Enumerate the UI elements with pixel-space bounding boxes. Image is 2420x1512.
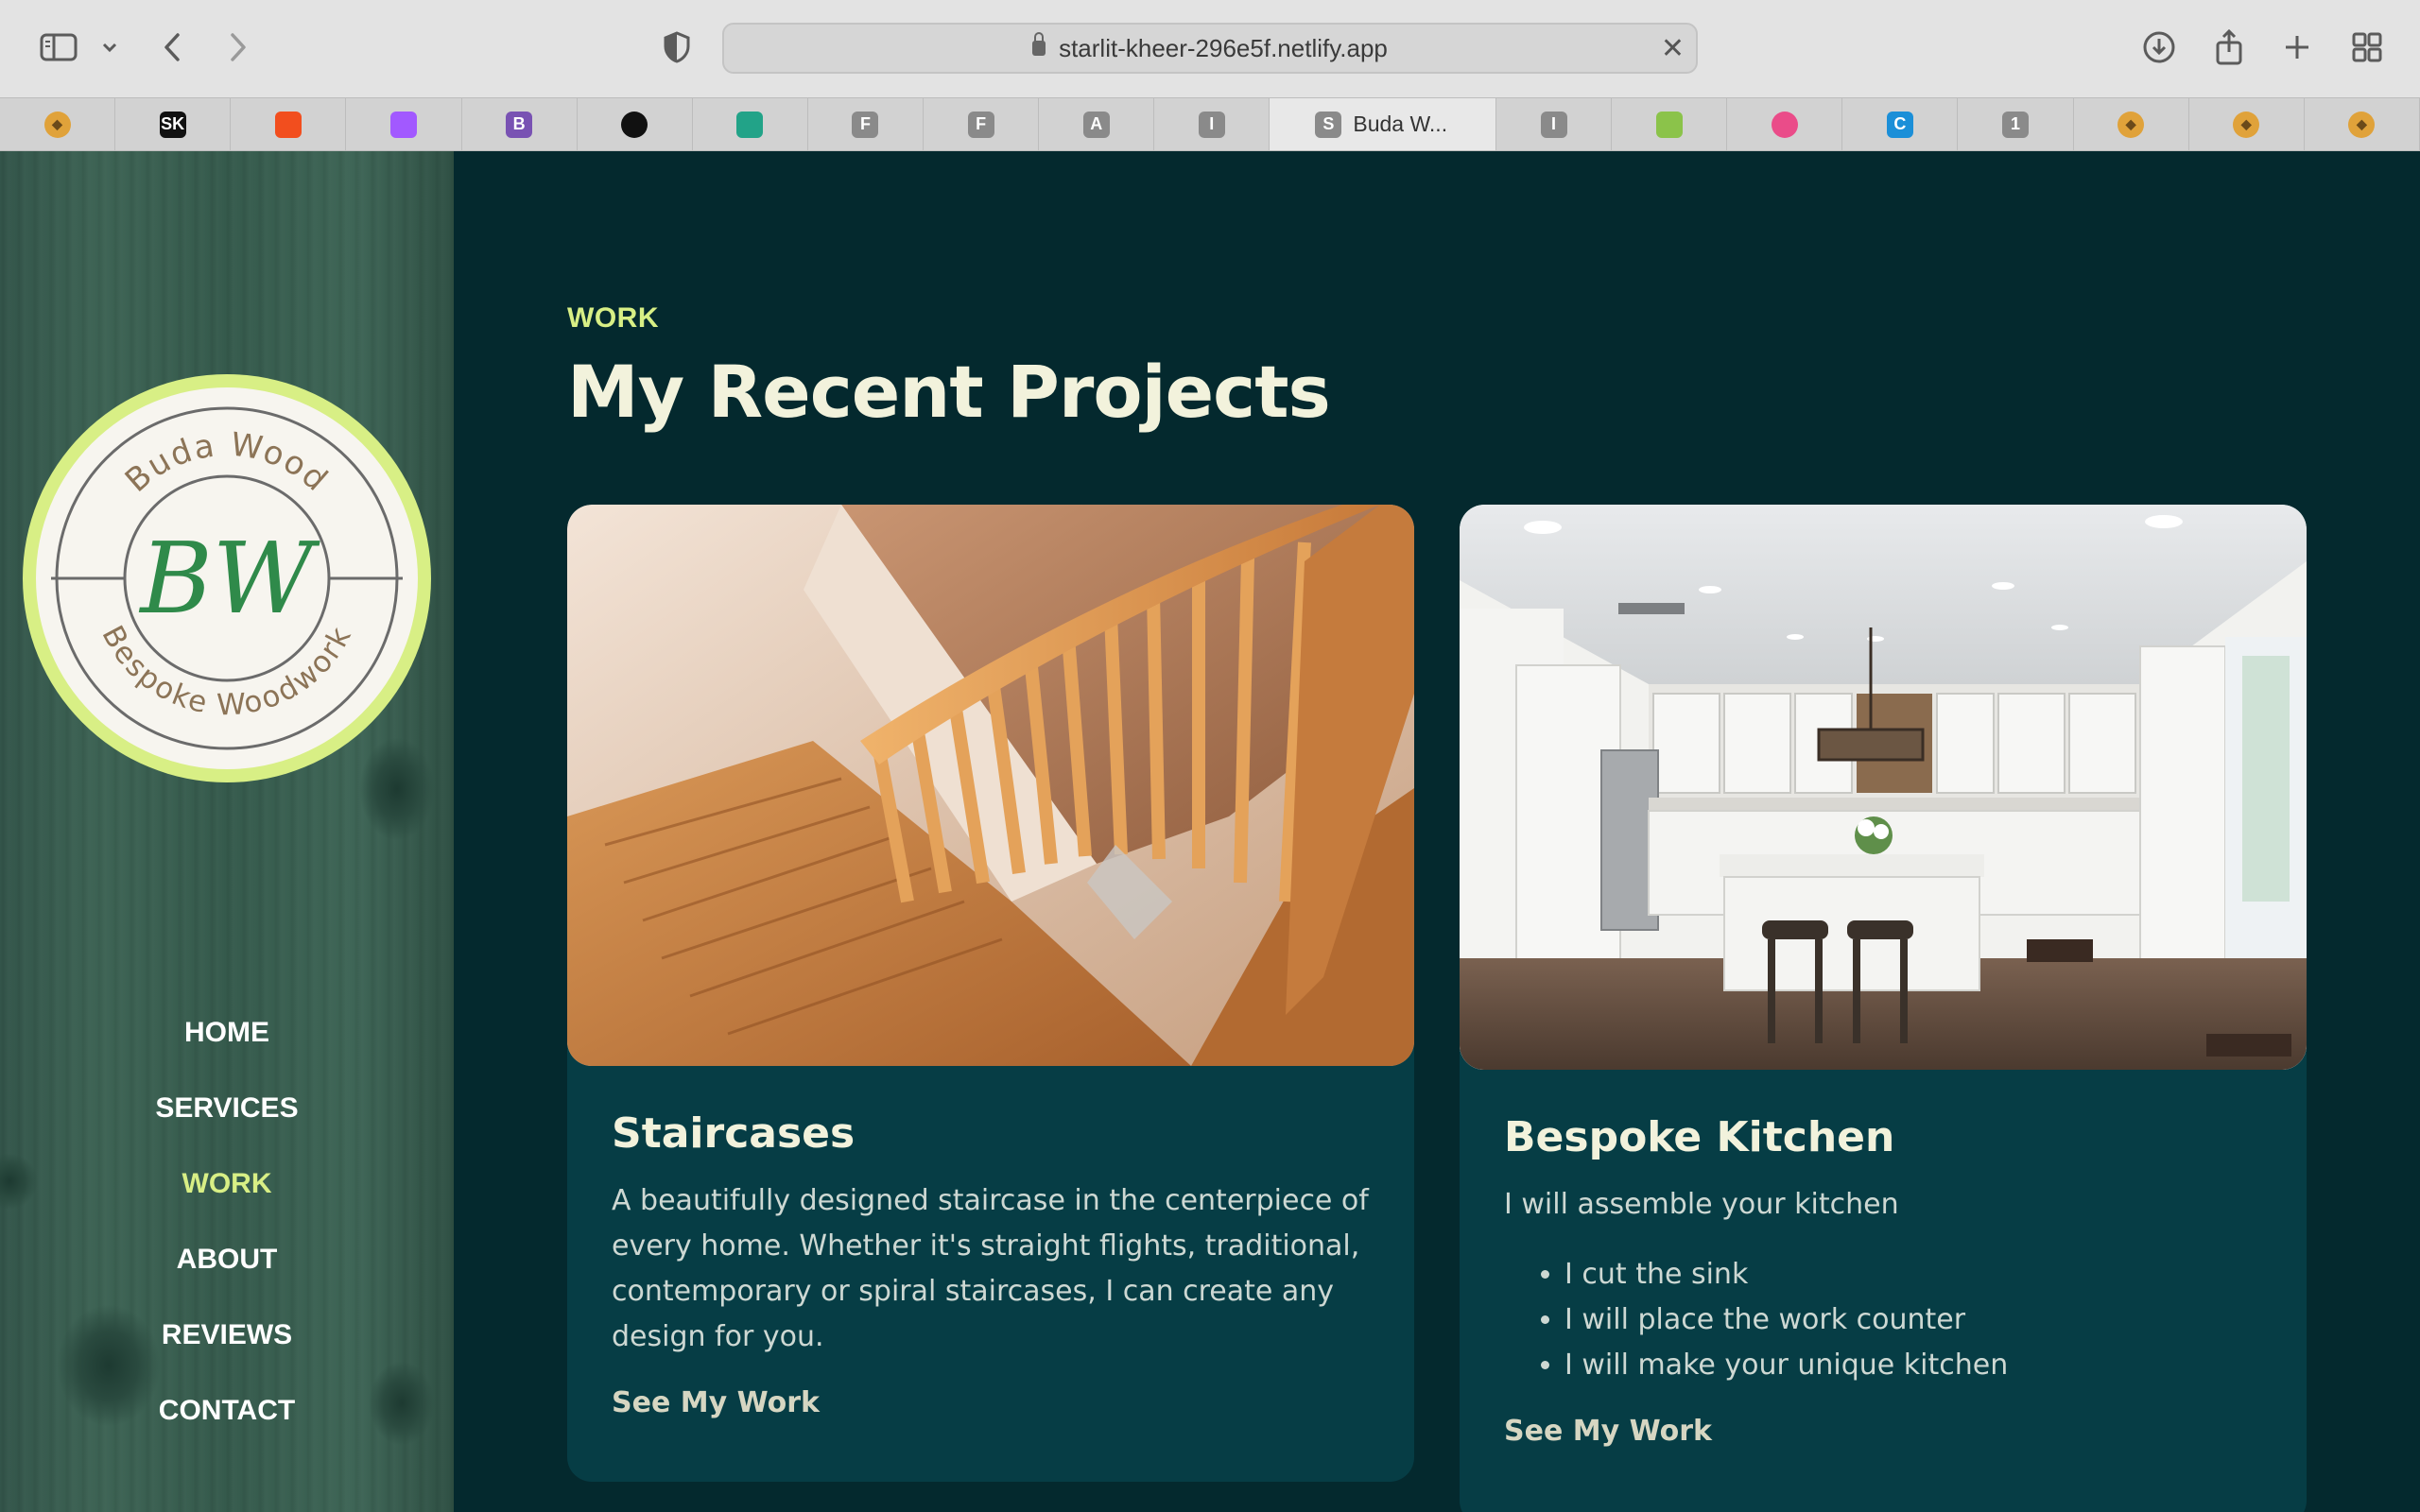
address-bar[interactable]: starlit-kheer-296e5f.netlify.app ✕ (722, 23, 1698, 74)
logo-monogram: BW (138, 521, 320, 636)
download-icon[interactable] (2135, 23, 2184, 72)
share-icon[interactable] (2204, 23, 2254, 72)
sketch-icon: SK (159, 111, 186, 138)
page-title: My Recent Projects (567, 350, 1331, 434)
tab-overview-icon[interactable] (2342, 23, 2392, 72)
main-content: WORK My Recent Projects Staircases A bea… (454, 151, 2420, 1512)
letter-i-icon: I (1540, 111, 1567, 138)
project-title: Staircases (612, 1109, 856, 1158)
tab[interactable] (231, 98, 347, 150)
letter-i-icon: I (1198, 111, 1225, 138)
privacy-shield-icon[interactable] (652, 23, 701, 72)
browser-toolbar: starlit-kheer-296e5f.netlify.app ✕ (0, 0, 2420, 97)
tab[interactable]: ◆ (0, 98, 116, 150)
dribbble-icon (1771, 111, 1798, 138)
kitchen-photo (1460, 505, 2307, 1070)
project-description: I will assemble your kitchen (1504, 1188, 1899, 1221)
list-item: I will place the work counter (1564, 1297, 2262, 1343)
logo-emblem: Buda Wood Bespoke Woodwork BW (51, 406, 403, 750)
number-one-icon: 1 (2002, 111, 2030, 138)
tab[interactable]: I (1496, 98, 1613, 150)
tab-title: Buda W... (1353, 112, 1448, 136)
letter-f-icon: F (852, 111, 879, 138)
svg-text:Buda Wood: Buda Wood (118, 425, 336, 500)
url-text: starlit-kheer-296e5f.netlify.app (1059, 33, 1388, 62)
avatar-icon: ◆ (2233, 111, 2260, 138)
tab[interactable]: F (924, 98, 1040, 150)
logo[interactable]: Buda Wood Bespoke Woodwork BW (23, 374, 431, 782)
project-card-staircases: Staircases A beautifully designed stairc… (567, 505, 1414, 1482)
project-feature-list: I cut the sink I will place the work cou… (1504, 1252, 2262, 1388)
letter-s-icon: S (1315, 111, 1342, 138)
tab[interactable]: B (462, 98, 578, 150)
canva-icon: C (1886, 111, 1913, 138)
list-item: I will make your unique kitchen (1564, 1343, 2262, 1388)
tab[interactable] (346, 98, 462, 150)
nav-item-services[interactable]: SERVICES (0, 1087, 454, 1162)
tab[interactable]: ◆ (2305, 98, 2420, 150)
diamond-icon (736, 111, 764, 138)
see-my-work-link[interactable]: See My Work (1504, 1415, 1712, 1448)
tab[interactable] (693, 98, 808, 150)
github-icon (621, 111, 648, 138)
tab[interactable]: A (1039, 98, 1155, 150)
forward-icon[interactable] (214, 23, 263, 72)
new-tab-icon[interactable] (2273, 23, 2322, 72)
tab[interactable]: SK (115, 98, 232, 150)
project-description: A beautifully designed staircase in the … (612, 1184, 1369, 1353)
staircase-photo (567, 505, 1414, 1066)
tab-active[interactable]: S Buda W... (1270, 98, 1496, 150)
tab[interactable]: 1 (1958, 98, 2074, 150)
chevron-down-icon[interactable] (85, 23, 134, 72)
nav-item-home[interactable]: HOME (0, 1011, 454, 1087)
tab-bar: ◆ SK B F F A I S Buda W... I C 1 ◆ ◆ ◆ (0, 97, 2420, 151)
avatar-icon: ◆ (2118, 111, 2145, 138)
main-nav: HOME SERVICES WORK ABOUT REVIEWS CONTACT (0, 1011, 454, 1465)
tab[interactable]: ◆ (2074, 98, 2189, 150)
figma-icon (274, 111, 302, 138)
list-item: I cut the sink (1564, 1252, 2262, 1297)
tab[interactable]: C (1842, 98, 1959, 150)
letter-f-icon: F (967, 111, 994, 138)
tab[interactable]: F (808, 98, 924, 150)
avatar-icon: ◆ (2348, 111, 2376, 138)
nav-item-reviews[interactable]: REVIEWS (0, 1314, 454, 1389)
see-my-work-link[interactable]: See My Work (612, 1386, 820, 1419)
letter-a-icon: A (1082, 111, 1110, 138)
section-eyebrow: WORK (567, 302, 659, 334)
tab[interactable] (1612, 98, 1728, 150)
avatar-icon: ◆ (43, 111, 71, 138)
nav-item-contact[interactable]: CONTACT (0, 1389, 454, 1465)
bootstrap-icon: B (506, 111, 533, 138)
project-card-kitchen: Bespoke Kitchen I will assemble your kit… (1460, 505, 2307, 1512)
logo-top-text: Buda Wood (118, 425, 334, 500)
nav-item-about[interactable]: ABOUT (0, 1238, 454, 1314)
tab[interactable]: ◆ (2189, 98, 2305, 150)
project-title: Bespoke Kitchen (1504, 1113, 1895, 1161)
figma-icon (389, 111, 417, 138)
grid-app-icon (1655, 111, 1683, 138)
sidebar-toggle-icon[interactable] (34, 23, 83, 72)
lock-icon (1032, 32, 1046, 56)
tab[interactable] (578, 98, 693, 150)
nav-item-work[interactable]: WORK (0, 1162, 454, 1238)
tab[interactable] (1727, 98, 1843, 150)
sidebar: Buda Wood Bespoke Woodwork BW HOME SERVIC… (0, 151, 454, 1512)
clear-url-icon[interactable]: ✕ (1661, 32, 1685, 65)
back-icon[interactable] (147, 23, 197, 72)
tab[interactable]: I (1154, 98, 1270, 150)
